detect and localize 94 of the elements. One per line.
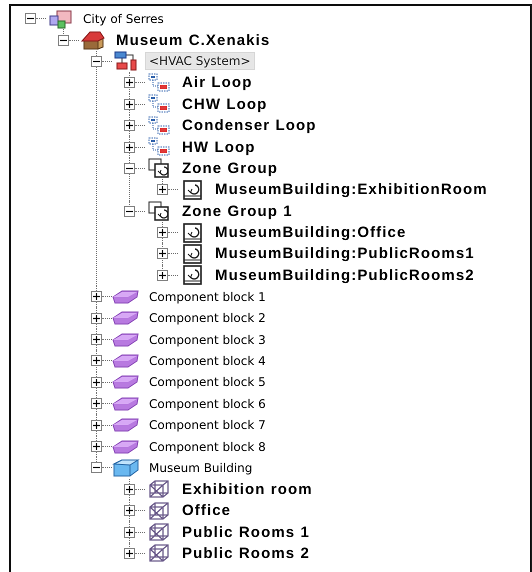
tree-item-label[interactable]: Exhibition room	[178, 478, 317, 500]
tree-item-label[interactable]: MuseumBuilding:ExhibitionRoom	[211, 179, 492, 200]
plus-icon	[126, 122, 133, 130]
loop-icon	[146, 72, 172, 93]
tree-item-label[interactable]: Museum C.Xenakis	[112, 30, 274, 51]
tree-item-label[interactable]: Zone Group 1	[178, 200, 297, 222]
collapse-button[interactable]	[124, 162, 135, 174]
house-icon	[80, 30, 106, 50]
tree-item-label[interactable]: Component block 4	[145, 352, 270, 370]
slab-icon	[112, 374, 140, 390]
zone-group-icon	[146, 158, 172, 178]
slab-icon	[112, 310, 140, 326]
expand-button[interactable]	[157, 270, 168, 281]
box-icon	[112, 458, 140, 478]
plus-icon	[93, 400, 100, 408]
plus-icon	[159, 186, 166, 194]
slab-icon	[112, 438, 140, 454]
tree-item-label[interactable]: City of Serres	[79, 10, 168, 28]
tree-item-label[interactable]: HW Loop	[178, 136, 260, 158]
expand-button[interactable]	[124, 505, 135, 516]
expand-button[interactable]	[124, 548, 135, 559]
expand-button[interactable]	[124, 77, 135, 88]
plus-icon	[126, 79, 133, 86]
plus-icon	[93, 378, 100, 386]
plus-icon	[126, 486, 133, 493]
plus-icon	[126, 144, 133, 151]
wireframe-cube-icon	[148, 500, 170, 521]
tree-item-label[interactable]: Zone Group	[178, 158, 282, 179]
expand-button[interactable]	[91, 355, 102, 366]
collapse-button[interactable]	[25, 13, 36, 24]
loop-icon	[146, 137, 172, 158]
plus-icon	[93, 357, 100, 364]
tree-item-label[interactable]: Component block 5	[145, 373, 270, 392]
slab-icon	[112, 396, 140, 412]
expand-button[interactable]	[124, 98, 135, 110]
slab-icon	[112, 332, 140, 348]
plus-icon	[159, 229, 166, 236]
expand-button[interactable]	[91, 441, 102, 452]
expand-button[interactable]	[91, 376, 102, 388]
tree-item-label[interactable]: Component block 7	[145, 416, 270, 434]
tree-item-label[interactable]: Public Rooms 1	[178, 522, 314, 543]
tree-item-label[interactable]: Condenser Loop	[178, 115, 321, 136]
expand-button[interactable]	[91, 291, 102, 302]
collapse-button[interactable]	[91, 56, 102, 67]
slab-icon	[112, 417, 140, 434]
collapse-button[interactable]	[124, 206, 135, 217]
plus-icon	[93, 336, 100, 344]
tree-item-label[interactable]: <HVAC System>	[145, 52, 255, 70]
expand-button[interactable]	[124, 484, 135, 495]
plus-icon	[126, 100, 133, 108]
plus-icon	[93, 443, 100, 450]
plus-icon	[126, 550, 133, 557]
collapse-button[interactable]	[58, 34, 69, 46]
expand-button[interactable]	[124, 526, 135, 538]
tree-item-label[interactable]: MuseumBuilding:PublicRooms1	[211, 243, 479, 264]
plus-icon	[126, 528, 133, 536]
slab-icon	[112, 352, 140, 369]
plus-icon	[126, 507, 133, 514]
plus-icon	[93, 314, 100, 322]
wireframe-cube-icon	[148, 479, 170, 500]
collapse-button[interactable]	[91, 462, 102, 474]
tree-item-label[interactable]: Office	[178, 500, 236, 522]
tree-item-label[interactable]: Component block 1	[145, 288, 270, 306]
tree-item-label[interactable]: MuseumBuilding:Office	[211, 222, 410, 244]
plus-icon	[93, 293, 100, 300]
wireframe-cube-icon	[148, 522, 170, 542]
system-diagram-icon	[113, 51, 139, 72]
expand-button[interactable]	[157, 184, 168, 196]
expand-button[interactable]	[91, 420, 102, 431]
tree-item-label[interactable]: Component block 3	[145, 330, 270, 349]
expand-button[interactable]	[157, 227, 168, 238]
tree-item-label[interactable]: MuseumBuilding:PublicRooms2	[211, 264, 479, 286]
plus-icon	[159, 272, 166, 279]
expand-button[interactable]	[91, 334, 102, 346]
tree-item-label[interactable]: Public Rooms 2	[178, 542, 314, 564]
expand-button[interactable]	[124, 142, 135, 153]
wireframe-cube-icon	[148, 543, 170, 564]
expand-button[interactable]	[91, 312, 102, 324]
tree-item-label[interactable]: CHW Loop	[178, 94, 272, 115]
buildings-icon	[47, 8, 73, 29]
slab-icon	[112, 288, 140, 305]
plus-icon	[93, 422, 100, 429]
expand-button[interactable]	[157, 248, 168, 260]
tree-item-label[interactable]: Museum Building	[145, 458, 256, 477]
expand-button[interactable]	[91, 398, 102, 410]
tree-item-label[interactable]: Component block 6	[145, 394, 270, 413]
tree-item-label[interactable]: Component block 8	[145, 438, 270, 456]
tree-item-label[interactable]: Component block 2	[145, 309, 270, 328]
plus-icon	[159, 250, 166, 258]
loop-icon	[146, 116, 172, 136]
expand-button[interactable]	[124, 120, 135, 132]
tree-item-label[interactable]: Air Loop	[178, 72, 256, 94]
loop-icon	[146, 94, 172, 114]
zone-group-icon	[146, 201, 172, 222]
